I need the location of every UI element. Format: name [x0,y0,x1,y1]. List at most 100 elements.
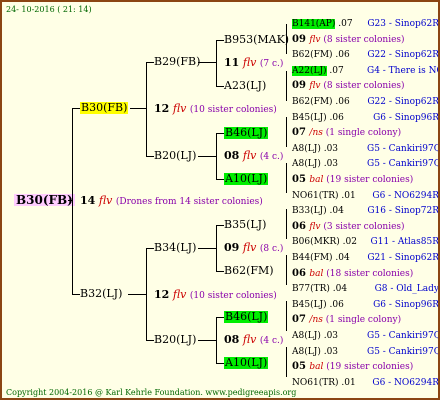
ancestor-num: .04 [329,284,348,295]
ancestor-num: .04 [326,206,344,217]
ancestor-name[interactable]: A8(LJ) [292,347,321,357]
s1-gen: 11 [224,56,240,69]
connector [130,108,146,109]
ancestor-name[interactable]: NO61(TR) [292,191,339,201]
connector [216,133,224,134]
ancestor-name[interactable]: B45(LJ) [292,300,327,310]
connector [216,317,217,363]
ancestor-row: 06 bal (18 sister colonies) [292,268,413,280]
l3-b[interactable]: A23(LJ) [224,80,266,92]
d2-info: 08 flv (4 c.) [224,334,283,347]
dam-note: (10 sister colonies) [189,291,277,301]
connector [198,62,216,63]
sire-gen: 12 [154,102,170,115]
ancestor-name[interactable]: B45(LJ) [292,113,327,123]
row-gen: 09 [292,33,310,45]
ancestor-origin: G6 - Sinop96R [373,112,439,123]
s2-info: 08 flv (4 c.) [224,150,283,163]
ancestor-origin: G22 - Sinop62R [367,97,439,107]
s2-gen: 08 [224,149,240,162]
ancestor-name[interactable]: A22(LJ) [292,65,327,76]
ancestor-name[interactable]: B44(FM) [292,253,333,263]
connector [286,71,287,101]
ancestor-row: B62(FM) .06 G22 - Sinop62R [292,96,438,108]
dam-flv: flv [172,288,187,301]
ancestor-origin: G6 - NO6294R [372,190,439,201]
ancestor-name[interactable]: A8(LJ) [292,331,321,341]
l3-g[interactable]: B46(LJ) [224,311,269,323]
sire-note: (10 sister colonies) [189,105,277,115]
ancestor-origin: G8 - Old_Lady [374,284,439,295]
ancestor-origin: G5 - Cankiri97Q [367,143,440,154]
ancestor-name[interactable]: B06(MKR) [292,237,340,247]
row-flv: bal [309,362,327,373]
d2-note: (4 c.) [259,336,284,346]
root-note: (Drones from 14 sister colonies) [115,197,263,207]
connector [286,209,287,239]
ancestor-row: A8(LJ) .03 G5 - Cankiri97Q [292,143,438,155]
l3-c[interactable]: B46(LJ) [224,127,269,139]
row-note: (8 sister colonies) [323,81,405,92]
ancestor-name[interactable]: A8(LJ) [292,144,321,154]
ancestor-num: .01 [338,190,356,201]
connector [146,62,154,63]
row-flv: bal [309,175,327,185]
ancestor-num: .07 [326,65,344,76]
ancestor-num: .06 [332,50,350,61]
connector [72,294,80,295]
copyright: Copyright 2004-2016 @ Karl Kehrle Founda… [6,388,297,397]
ancestor-origin: G21 - Sinop62R [367,253,439,263]
l3-d[interactable]: A10(LJ) [224,173,269,185]
s1-note: (7 c.) [259,59,284,69]
l3-a[interactable]: B953(MAK) [224,34,289,46]
d2-colony[interactable]: B20(LJ) [154,334,196,346]
ancestor-num: .02 [339,237,357,248]
s2-colony[interactable]: B20(LJ) [154,150,196,162]
ancestor-name[interactable]: NO61(TR) [292,378,339,388]
row-note: (8 sister colonies) [323,34,405,45]
sire-flv: flv [172,102,187,115]
root-colony[interactable]: B30(FB) [14,194,75,206]
ancestor-name[interactable]: B141(AP) [292,19,336,29]
connector [216,179,224,180]
row-flv: flv [309,81,324,92]
s1-colony[interactable]: B29(FB) [154,56,200,68]
ancestor-name[interactable]: A8(LJ) [292,159,321,169]
connector [146,248,154,249]
ancestor-name[interactable]: B62(FM) [292,50,333,60]
ancestor-num: .04 [332,253,350,263]
l3-f[interactable]: B62(FM) [224,265,274,277]
connector [286,163,287,193]
ancestor-row: A22(LJ) .07 G4 - There is NO [292,65,438,77]
dam-colony[interactable]: B32(LJ) [80,288,122,300]
row-gen: 07 [292,127,310,139]
root-info: 14 flv (Drones from 14 sister colonies) [80,195,263,208]
connector [286,347,287,377]
ancestor-name[interactable]: B77(TR) [292,284,330,294]
ancestor-origin: G16 - Sinop72R [367,206,439,217]
ancestor-row: 07 /ns (1 single colony) [292,127,401,139]
ancestor-row: NO61(TR) .01 G6 - NO6294R [292,190,438,202]
ancestor-row: A8(LJ) .03 G5 - Cankiri97Q [292,330,438,342]
ancestor-num: .03 [320,143,339,154]
d2-gen: 08 [224,333,240,346]
date-stamp: 24- 10-2016 ( 21: 14) [6,5,92,14]
ancestor-name[interactable]: B62(FM) [292,97,333,107]
d1-colony[interactable]: B34(LJ) [154,242,196,254]
sire-colony[interactable]: B30(FB) [80,102,129,114]
connector [198,248,216,249]
pedigree-frame: 24- 10-2016 ( 21: 14) B30(FB) 14 flv (Dr… [0,0,440,400]
connector [216,40,224,41]
connector [146,248,147,340]
ancestor-row: 09 flv (8 sister colonies) [292,34,405,46]
connector [198,156,216,157]
connector [216,225,224,226]
ancestor-row: B45(LJ) .06 G6 - Sinop96R [292,299,438,311]
connector [216,363,224,364]
ancestor-row: A8(LJ) .03 G5 - Cankiri97Q [292,346,438,358]
connector [286,117,287,147]
ancestor-origin: G22 - Sinop62R [367,50,439,61]
l3-h[interactable]: A10(LJ) [224,357,269,369]
l3-e[interactable]: B35(LJ) [224,219,266,231]
ancestor-name[interactable]: B33(LJ) [292,206,327,216]
